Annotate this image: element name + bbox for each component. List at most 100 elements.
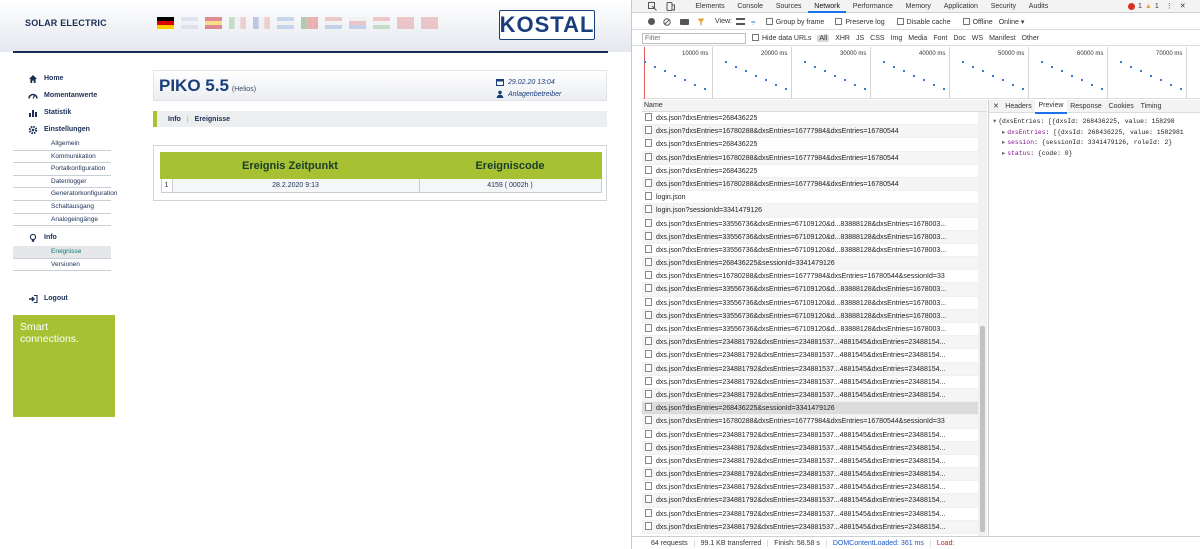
device-toolbar-icon[interactable] xyxy=(666,2,675,11)
scrollbar-thumb[interactable] xyxy=(980,326,985,532)
detail-tab-response[interactable]: Response xyxy=(1067,100,1105,113)
flag-es-icon[interactable] xyxy=(205,17,222,29)
request-row[interactable]: dxs.json?dxsEntries=33556736&dxsEntries=… xyxy=(642,230,987,244)
request-row[interactable]: dxs.json?dxsEntries=234881792&dxsEntries… xyxy=(642,508,987,521)
request-row[interactable]: dxs.json?dxsEntries=268436225&sessionId=… xyxy=(642,257,987,271)
sidebar-item-home[interactable]: Home xyxy=(13,70,111,87)
filter-type-manifest[interactable]: Manifest xyxy=(989,35,1015,42)
request-row[interactable]: dxs.json?dxsEntries=16780288&dxsEntries=… xyxy=(642,125,987,139)
flag-en-icon[interactable] xyxy=(181,17,198,29)
flag-it-icon[interactable] xyxy=(229,17,246,29)
sidebar-subitem-portalkonfiguration[interactable]: Portalkonfiguration xyxy=(13,163,111,176)
filter-type-css[interactable]: CSS xyxy=(870,35,884,42)
request-row[interactable]: dxs.json?dxsEntries=234881792&dxsEntries… xyxy=(642,481,987,495)
tab-info[interactable]: Info xyxy=(157,116,187,123)
request-row[interactable]: dxs.json?dxsEntries=234881792&dxsEntries… xyxy=(642,376,987,389)
request-row[interactable]: dxs.json?dxsEntries=16780288&dxsEntries=… xyxy=(642,415,987,429)
request-row[interactable]: dxs.json?dxsEntries=268436225 xyxy=(642,112,987,126)
filter-input[interactable] xyxy=(642,32,746,44)
sidebar-item-momentanwerte[interactable]: Momentanwerte xyxy=(13,87,111,104)
sidebar-subitem-generatorkonfiguration[interactable]: Generatorkonfiguration xyxy=(13,188,118,201)
preview-root-line[interactable]: ▾ {dxsEntries: [{dxsId: 268436225, value:… xyxy=(993,117,1200,128)
request-row[interactable]: dxs.json?dxsEntries=234881792&dxsEntries… xyxy=(642,520,987,534)
request-row[interactable]: dxs.json?dxsEntries=234881792&dxsEntries… xyxy=(642,468,987,482)
preview-status-line[interactable]: ▸ status: {code: 0} xyxy=(993,149,1200,160)
tab-console[interactable]: Console xyxy=(731,0,769,13)
request-row[interactable]: dxs.json?dxsEntries=234881792&dxsEntries… xyxy=(642,494,987,508)
tab-sources[interactable]: Sources xyxy=(769,0,807,13)
sidebar-subitem-analogeing-nge[interactable]: Analogeingänge xyxy=(13,214,111,227)
close-icon[interactable]: ✕ xyxy=(1180,2,1186,10)
filter-type-media[interactable]: Media xyxy=(908,35,927,42)
preview-session-line[interactable]: ▸ session: {sessionId: 3341479126, roleId… xyxy=(993,138,1200,149)
large-rows-icon[interactable] xyxy=(736,18,745,25)
request-row[interactable]: dxs.json?dxsEntries=234881792&dxsEntries… xyxy=(642,441,987,455)
request-row[interactable]: dxs.json?dxsEntries=234881792&dxsEntries… xyxy=(642,362,987,376)
sidebar-item-info[interactable]: Info xyxy=(13,229,111,246)
sidebar-subitem-datenlogger[interactable]: Datenlogger xyxy=(13,176,111,189)
request-row[interactable]: dxs.json?dxsEntries=234881792&dxsEntries… xyxy=(642,388,987,403)
waterfall-icon[interactable]: ⩦ xyxy=(751,17,756,27)
request-row[interactable]: dxs.json?dxsEntries=33556736&dxsEntries=… xyxy=(642,323,987,337)
clear-icon[interactable] xyxy=(663,17,671,26)
detail-tab-cookies[interactable]: Cookies xyxy=(1105,100,1137,113)
more-menu-icon[interactable]: ⋮ xyxy=(1166,2,1173,10)
throttle-select[interactable]: Online ▾ xyxy=(999,18,1025,26)
filter-type-other[interactable]: Other xyxy=(1022,35,1040,42)
filter-type-xhr[interactable]: XHR xyxy=(835,35,850,42)
sidebar-subitem-kommunikation[interactable]: Kommunikation xyxy=(13,151,111,164)
request-row[interactable]: dxs.json?dxsEntries=234881792&dxsEntries… xyxy=(642,349,987,363)
flag-pt-icon[interactable] xyxy=(301,17,318,29)
preserve-log-checkbox[interactable]: Preserve log xyxy=(835,17,885,26)
flag-fr-icon[interactable] xyxy=(253,17,270,29)
hide-data-urls-checkbox[interactable]: Hide data URLs xyxy=(752,34,811,42)
request-list-scrollbar[interactable] xyxy=(978,112,987,536)
flag-dk-icon[interactable] xyxy=(421,17,438,29)
request-row[interactable]: dxs.json?dxsEntries=268436225&sessionId=… xyxy=(642,402,987,416)
flag-tr-icon[interactable] xyxy=(397,17,414,29)
tab-application[interactable]: Application xyxy=(937,0,984,13)
sidebar-item-statistik[interactable]: Statistik xyxy=(13,104,111,121)
detail-tab-timing[interactable]: Timing xyxy=(1137,100,1165,113)
filter-type-doc[interactable]: Doc xyxy=(953,35,965,42)
filter-type-all[interactable]: All xyxy=(817,34,830,42)
flag-gr-icon[interactable] xyxy=(277,17,294,29)
inspect-icon[interactable] xyxy=(648,2,657,11)
sidebar-subitem-allgemein[interactable]: Allgemein xyxy=(13,138,111,151)
tab-performance[interactable]: Performance xyxy=(846,0,899,13)
group-by-frame-checkbox[interactable]: Group by frame xyxy=(765,17,824,26)
request-row[interactable]: dxs.json?dxsEntries=33556736&dxsEntries=… xyxy=(642,244,987,258)
request-row[interactable]: dxs.json?dxsEntries=33556736&dxsEntries=… xyxy=(642,309,987,323)
sidebar-item-logout[interactable]: Logout xyxy=(13,290,111,307)
request-row[interactable]: login.json?sessionId=3341479126 xyxy=(642,204,987,218)
sidebar-subitem-schaltausgang[interactable]: Schaltausgang xyxy=(13,201,111,214)
offline-checkbox[interactable]: Offline xyxy=(962,17,993,26)
flag-cz-icon[interactable] xyxy=(349,17,366,29)
sidebar-subitem-versionen[interactable]: Versionen xyxy=(13,259,111,272)
request-row[interactable]: dxs.json?dxsEntries=234881792&dxsEntries… xyxy=(642,429,987,442)
filter-type-js[interactable]: JS xyxy=(856,35,864,42)
sidebar-subitem-ereignisse[interactable]: Ereignisse xyxy=(13,246,111,259)
request-row[interactable]: dxs.json?dxsEntries=33556736&dxsEntries=… xyxy=(642,297,987,310)
request-row[interactable]: dxs.json?dxsEntries=268436225 xyxy=(642,165,987,178)
tab-security[interactable]: Security xyxy=(984,0,1022,13)
request-row[interactable]: dxs.json?dxsEntries=33556736&dxsEntries=… xyxy=(642,218,987,231)
column-header-name[interactable]: Name xyxy=(642,100,987,112)
record-icon[interactable] xyxy=(648,18,655,25)
request-row[interactable]: dxs.json?dxsEntries=33556736&dxsEntries=… xyxy=(642,283,987,297)
close-detail-icon[interactable]: ✕ xyxy=(989,102,1002,110)
request-row[interactable]: dxs.json?dxsEntries=234881792&dxsEntries… xyxy=(642,455,987,469)
tab-network[interactable]: Network xyxy=(807,0,847,13)
request-row[interactable]: dxs.json?dxsEntries=16780288&dxsEntries=… xyxy=(642,151,987,165)
tab-ereignisse[interactable]: Ereignisse xyxy=(189,116,236,123)
tab-memory[interactable]: Memory xyxy=(899,0,937,13)
tab-audits[interactable]: Audits xyxy=(1022,0,1054,13)
request-row[interactable]: dxs.json?dxsEntries=268436225 xyxy=(642,138,987,152)
detail-tab-headers[interactable]: Headers xyxy=(1002,100,1035,113)
request-row[interactable]: dxs.json?dxsEntries=234881792&dxsEntries… xyxy=(642,336,987,350)
error-warning-counter[interactable]: 1 ▲ 1 ⋮ ✕ xyxy=(1128,2,1186,10)
request-row[interactable]: login.json xyxy=(642,191,987,205)
filter-icon[interactable] xyxy=(697,18,705,26)
detail-tab-preview[interactable]: Preview xyxy=(1035,98,1067,114)
request-row[interactable]: dxs.json?dxsEntries=16780288&dxsEntries=… xyxy=(642,177,987,192)
